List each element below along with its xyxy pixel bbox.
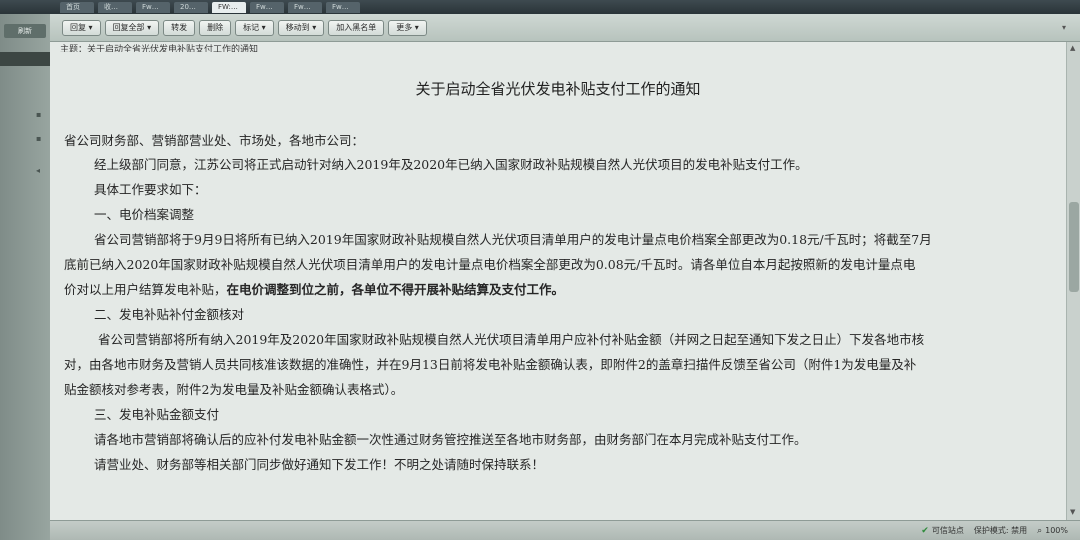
reply-button[interactable]: 回复 ▾ bbox=[62, 19, 101, 36]
task-tab[interactable]: 20… bbox=[174, 1, 208, 13]
section-heading: 三、发电补贴金额支付 bbox=[94, 407, 220, 422]
paragraph: 具体工作要求如下： bbox=[94, 182, 207, 197]
blacklist-button[interactable]: 加入黑名单 bbox=[328, 19, 385, 36]
expand-icon[interactable]: ◂ bbox=[36, 166, 40, 175]
scrollbar-thumb[interactable] bbox=[1069, 202, 1079, 292]
paragraph-line: 省公司营销部将于9月9日将所有已纳入2019年国家财政补贴规模自然人光伏项目清单… bbox=[94, 232, 932, 247]
notice-title: 关于启动全省光伏发电补贴支付工作的通知 bbox=[415, 80, 701, 98]
left-sidebar: 刷新 ▪ ▪ ◂ bbox=[0, 14, 50, 540]
trusted-site-label: 可信站点 bbox=[931, 526, 964, 535]
paragraph: 请各地市营销部将确认后的应补付发电补贴金额一次性通过财务管控推送至各地市财务部，… bbox=[94, 432, 807, 447]
paragraph-text: 价对以上用户结算发电补贴， bbox=[64, 282, 227, 297]
collapse-chevron-icon[interactable]: ▾ bbox=[1062, 23, 1066, 32]
protected-mode-indicator: 保护模式: 禁用 bbox=[974, 525, 1027, 536]
task-tab[interactable]: Fw… bbox=[250, 1, 284, 13]
magnifier-icon: ⌕ bbox=[1037, 525, 1043, 536]
paragraph: 请营业处、财务部等相关部门同步做好通知下发工作！不明之处请随时保持联系！ bbox=[94, 457, 545, 472]
message-subject: 主题：关于启动全省光伏发电补贴支付工作的通知 bbox=[60, 45, 259, 52]
reply-all-button[interactable]: 回复全部 ▾ bbox=[104, 19, 160, 36]
trusted-site-indicator: ✔ 可信站点 bbox=[921, 525, 964, 536]
section-heading: 一、电价档案调整 bbox=[94, 207, 195, 222]
paragraph: 经上级部门同意，江苏公司将正式启动针对纳入2019年及2020年已纳入国家财政补… bbox=[94, 157, 808, 172]
salutation: 省公司财务部、营销部营业处、市场处，各地市公司： bbox=[64, 133, 365, 148]
more-button[interactable]: 更多 ▾ bbox=[388, 19, 427, 36]
flag-button[interactable]: 标记 ▾ bbox=[235, 19, 274, 36]
browser-tab-strip: 首页 收… Fw… 20… FW:… Fw… Fw… Fw… bbox=[0, 0, 1080, 14]
check-icon: ✔ bbox=[921, 525, 929, 536]
task-tab[interactable]: 首页 bbox=[60, 1, 94, 13]
task-tab[interactable]: Fw… bbox=[136, 1, 170, 13]
forward-button[interactable]: 转发 bbox=[163, 19, 196, 36]
paragraph-line: 底前已纳入2020年国家财政补贴规模自然人光伏项目清单用户的发电计量点电价档案全… bbox=[64, 257, 916, 272]
folder-icon[interactable]: ▪ bbox=[36, 134, 41, 143]
mail-toolbar: 回复 ▾ 回复全部 ▾ 转发 删除 标记 ▾ 移动到 ▾ 加入黑名单 更多 ▾ … bbox=[50, 14, 1080, 42]
task-tab[interactable]: Fw… bbox=[326, 1, 360, 13]
move-to-button[interactable]: 移动到 ▾ bbox=[277, 19, 325, 36]
paragraph-line: 贴金额核对参考表，附件2为发电量及补贴金额确认表格式）。 bbox=[64, 382, 404, 397]
scroll-up-icon[interactable]: ▲ bbox=[1070, 44, 1075, 52]
folder-icon[interactable]: ▪ bbox=[36, 110, 41, 119]
status-bar: ✔ 可信站点 保护模式: 禁用 ⌕ 100% bbox=[50, 520, 1080, 540]
emphasis-text: 在电价调整到位之前，各单位不得开展补贴结算及支付工作。 bbox=[226, 282, 565, 297]
task-tab[interactable]: Fw… bbox=[288, 1, 322, 13]
paragraph-line: 对，由各地市财务及营销人员共同核准该数据的准确性，并在9月13日前将发电补贴金额… bbox=[64, 357, 917, 372]
sidebar-selected-row[interactable] bbox=[0, 52, 50, 66]
section-heading: 二、发电补贴补付金额核对 bbox=[94, 307, 245, 322]
zoom-control[interactable]: ⌕ 100% bbox=[1037, 526, 1068, 536]
vertical-scrollbar[interactable]: ▲ ▼ bbox=[1066, 42, 1080, 520]
message-body: 主题：关于启动全省光伏发电补贴支付工作的通知 关于启动全省光伏发电补贴支付工作的… bbox=[50, 42, 1066, 520]
paragraph-line: 价对以上用户结算发电补贴，在电价调整到位之前，各单位不得开展补贴结算及支付工作。 bbox=[64, 279, 564, 298]
paragraph-line: 省公司营销部将所有纳入2019年及2020年国家财政补贴规模自然人光伏项目清单用… bbox=[98, 332, 925, 347]
protected-mode-label: 保护模式: 禁用 bbox=[973, 526, 1028, 535]
refresh-button[interactable]: 刷新 bbox=[4, 24, 46, 38]
zoom-level: 100% bbox=[1045, 526, 1068, 535]
task-tab-active[interactable]: FW:… bbox=[212, 1, 246, 13]
delete-button[interactable]: 删除 bbox=[199, 19, 232, 36]
scroll-down-icon[interactable]: ▼ bbox=[1070, 508, 1075, 516]
task-tab[interactable]: 收… bbox=[98, 1, 132, 13]
